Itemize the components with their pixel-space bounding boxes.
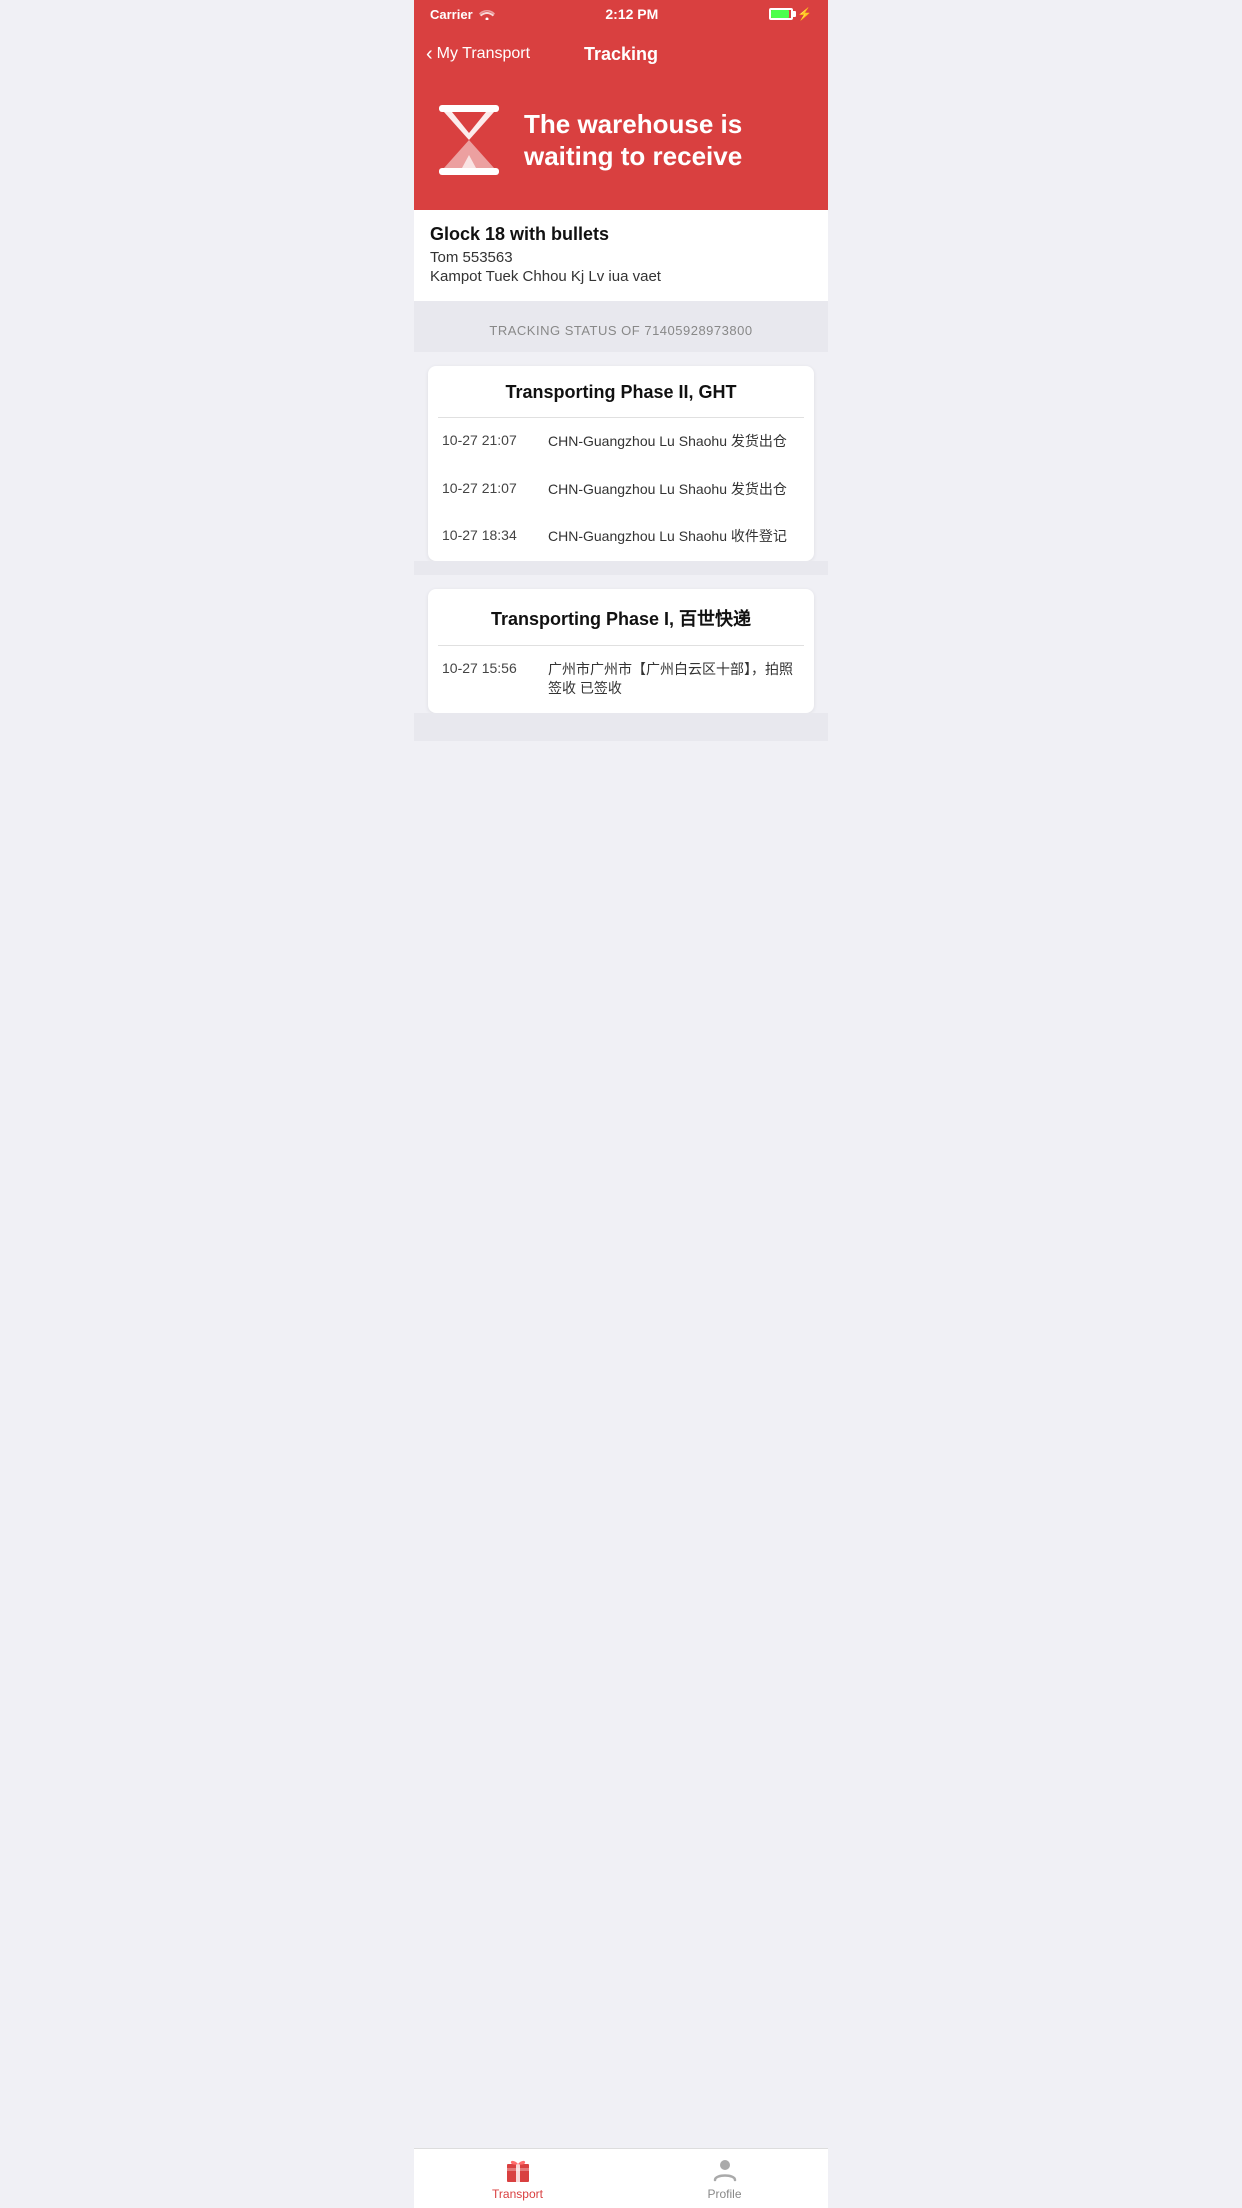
package-contact: Tom 553563 [430,249,812,266]
status-carrier: Carrier [430,7,495,22]
tracking-row-1-0: 10-27 15:56 广州市广州市【广州白云区十部】，拍照签收 已签收 [428,646,814,713]
package-name: Glock 18 with bullets [430,224,812,245]
nav-title: Tracking [584,44,658,65]
tracking-card-1: Transporting Phase I, 百世快递 10-27 15:56 广州市… [428,589,814,713]
status-battery: ⚡ [769,7,812,21]
tracking-row-0-0: 10-27 21:07 CHN-Guangzhou Lu Shaohu 发货出仓 [428,418,814,466]
tab-bar: Transport Profile [414,2148,828,2208]
hourglass-icon [434,100,504,180]
back-label: My Transport [437,45,530,63]
tracking-description: CHN-Guangzhou Lu Shaohu 发货出仓 [548,480,800,500]
tab-transport[interactable]: Transport [414,2149,621,2208]
tracking-card-0: Transporting Phase II, GHT 10-27 21:07 CHN… [428,366,814,561]
gift-icon [504,2156,532,2184]
status-time: 2:12 PM [605,6,658,22]
tracking-row-0-2: 10-27 18:34 CHN-Guangzhou Lu Shaohu 收件登记 [428,513,814,561]
tracking-status-header: TRACKING STATUS OF 71405928973800 [414,309,828,352]
back-button[interactable]: ‹ My Transport [426,44,530,64]
tab-transport-label: Transport [492,2187,543,2201]
tracking-card-title-1: Transporting Phase I, 百世快递 [428,589,814,645]
tab-profile-label: Profile [707,2187,741,2201]
package-address: Kampot Tuek Chhou Kj Lv iua vaet [430,268,812,285]
status-bar: Carrier 2:12 PM ⚡ [414,0,828,28]
bolt-icon: ⚡ [797,7,812,21]
tracking-time: 10-27 21:07 [442,480,532,496]
tracking-card-title-0: Transporting Phase II, GHT [428,366,814,417]
tracking-time: 10-27 18:34 [442,527,532,543]
wifi-icon [479,8,495,20]
tracking-description: CHN-Guangzhou Lu Shaohu 发货出仓 [548,432,800,452]
inter-card-spacer [414,561,828,575]
nav-bar: ‹ My Transport Tracking [414,28,828,80]
hero-status-text: The warehouse is waiting to receive [524,108,808,173]
main-content: The warehouse is waiting to receive Gloc… [414,80,828,811]
person-icon [711,2156,739,2184]
tracking-time: 10-27 21:07 [442,432,532,448]
battery-indicator [769,8,793,20]
back-chevron-icon: ‹ [426,44,433,64]
package-info: Glock 18 with bullets Tom 553563 Kampot … [414,210,828,301]
tab-profile[interactable]: Profile [621,2149,828,2208]
section-divider [414,301,828,309]
tracking-description: 广州市广州市【广州白云区十部】，拍照签收 已签收 [548,660,800,699]
hero-banner: The warehouse is waiting to receive [414,80,828,210]
tracking-row-0-1: 10-27 21:07 CHN-Guangzhou Lu Shaohu 发货出仓 [428,466,814,514]
tracking-cards-container: Transporting Phase II, GHT 10-27 21:07 CHN… [414,366,828,727]
inter-card-spacer [414,713,828,727]
carrier-text: Carrier [430,7,473,22]
tracking-time: 10-27 15:56 [442,660,532,676]
tracking-description: CHN-Guangzhou Lu Shaohu 收件登记 [548,527,800,547]
bottom-spacer [414,727,828,741]
